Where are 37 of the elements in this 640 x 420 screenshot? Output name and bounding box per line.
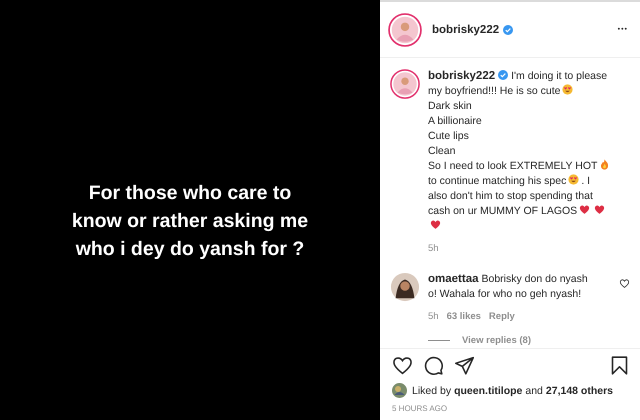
caption-text: So I need to look EXTREMELY HOT [428, 160, 598, 172]
story-text: For those who care to know or rather asking me who i dey do yansh for ? [72, 181, 308, 262]
caption-text: my boyfriend!!! He is so cute [428, 85, 560, 97]
avatar[interactable] [390, 272, 420, 302]
liked-by-text: Liked by [412, 384, 452, 396]
liker-username-link[interactable]: queen.titilope [454, 384, 522, 396]
comment-icon[interactable] [423, 355, 444, 376]
post-time: 5h [428, 242, 439, 256]
caption-text: A billionaire [428, 115, 482, 127]
liked-by-text: and [525, 384, 543, 396]
comment-text: o! Wahala for who no geh nyash! [428, 288, 582, 300]
caption-text: I'm doing it to please [511, 70, 608, 82]
comment-text: Bobrisky don do nyash [482, 273, 588, 285]
avatar[interactable] [392, 383, 407, 398]
bookmark-icon[interactable] [609, 355, 630, 376]
fire-emoji-icon [599, 159, 610, 170]
heart-eyes-emoji-icon [568, 174, 580, 185]
caption-text: . I [581, 175, 590, 187]
caption-text: Clean [428, 145, 456, 157]
username-link[interactable]: omaettaa [428, 273, 478, 285]
post-timestamp: 5 HOURS AGO [392, 404, 448, 413]
caption-text: Dark skin [428, 100, 472, 112]
username-link[interactable]: bobrisky222 [428, 70, 496, 82]
like-icon[interactable] [619, 278, 630, 289]
heart-emoji-icon [594, 204, 606, 215]
heart-emoji-icon [579, 204, 590, 215]
caption-text: to continue matching his spec [428, 175, 566, 187]
comment-time: 5h [428, 310, 439, 324]
heart-emoji-icon [430, 219, 441, 230]
caption-text: Cute lips [428, 130, 469, 142]
username-link[interactable]: bobrisky222 [432, 24, 500, 36]
like-button[interactable] [392, 355, 413, 376]
caption-text: also don't him to stop spending that [428, 190, 593, 202]
likes-count-link[interactable]: 27,148 others [546, 384, 614, 396]
heart-eyes-emoji-icon [562, 84, 574, 95]
caption-text: cash on ur MUMMY OF LAGOS [428, 205, 578, 217]
share-icon[interactable] [454, 355, 475, 376]
